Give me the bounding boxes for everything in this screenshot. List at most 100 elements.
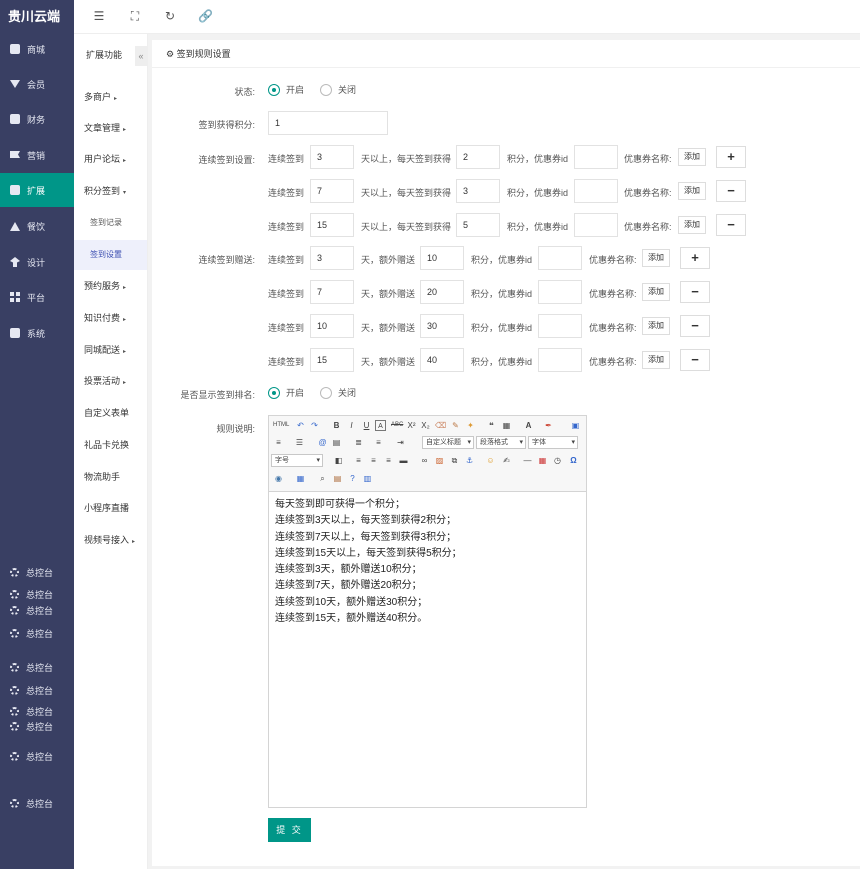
gift-days-input[interactable] [310,280,354,304]
continuous-days-input[interactable] [310,145,354,169]
refresh-icon[interactable]: ↻ [163,9,177,23]
direction-icon[interactable]: ◧ [333,455,344,466]
gift-coupon-id-input[interactable] [538,314,582,338]
map-icon[interactable]: ◉ [273,473,284,484]
paragraph-format-select[interactable]: 段落格式 [476,436,526,449]
scrawl-icon[interactable]: ✍ [501,455,512,466]
special-char-icon[interactable]: Ω [568,455,579,466]
gift-points-input[interactable] [420,246,464,270]
sidebar-console-6[interactable]: 总控台 [0,679,74,701]
strikethrough-icon[interactable]: ABC [391,420,403,431]
date-icon[interactable]: ▦ [537,455,548,466]
sidebar-item-extension[interactable]: 扩展 [0,173,74,207]
gift-coupon-id-input[interactable] [538,280,582,304]
sidebar-item-shop[interactable]: 商城 [0,32,74,66]
emoji-icon[interactable]: ☺ [485,455,496,466]
gift-coupon-id-input[interactable] [538,348,582,372]
ordered-list-icon[interactable]: ≡ [273,437,284,448]
continuous-coupon-add-button[interactable]: 添加 [678,148,706,166]
subnav-item-gift-card[interactable]: 礼品卡兑换 [74,430,147,460]
status-on-radio[interactable]: 开启 [268,83,304,96]
indent-icon[interactable]: ⇥ [395,437,406,448]
gift-points-input[interactable] [420,280,464,304]
help-icon[interactable]: ? [347,473,358,484]
font-size-select[interactable]: 字号 [271,454,323,467]
html-source-icon[interactable]: HTML [273,420,289,431]
sidebar-item-member[interactable]: 会员 [0,67,74,101]
anchor-icon[interactable]: ⚓ [464,455,475,466]
submit-button[interactable]: 提 交 [268,818,311,842]
subnav-item-delivery[interactable]: 同城配送 ▸ [74,335,147,365]
subnav-item-multi-merchant[interactable]: 多商户 ▸ [74,82,147,112]
paste-plain-icon[interactable]: ▤ [331,437,342,448]
italic-icon[interactable]: I [346,420,357,431]
align-justify-icon[interactable]: ▬ [398,455,409,466]
gift-points-input[interactable] [420,314,464,338]
bold-icon[interactable]: B [331,420,342,431]
continuous-coupon-id-input[interactable] [574,179,618,203]
gift-coupon-add-button[interactable]: 添加 [642,351,670,369]
quote-icon[interactable]: ❝ [486,420,497,431]
gift-points-input[interactable] [420,348,464,372]
continuous-coupon-id-input[interactable] [574,213,618,237]
sidebar-console-3[interactable]: 总控台 [0,603,74,617]
hyperlink-icon[interactable]: ∞ [419,455,430,466]
sidebar-console-9[interactable]: 总控台 [0,745,74,767]
subnav-item-articles[interactable]: 文章管理 ▸ [74,113,147,143]
align-right-icon[interactable]: ≡ [383,455,394,466]
time-icon[interactable]: ◷ [552,455,563,466]
gift-coupon-add-button[interactable]: 添加 [642,283,670,301]
gift-remove-row-button[interactable]: − [680,281,710,303]
font-family-select[interactable]: 字体 [528,436,578,449]
gift-days-input[interactable] [310,348,354,372]
continuous-points-input[interactable] [456,213,500,237]
gift-remove-row-button[interactable]: − [680,315,710,337]
undo-icon[interactable]: ↶ [295,420,306,431]
sidebar-console-4[interactable]: 总控台 [0,622,74,644]
font-border-icon[interactable]: A [375,420,386,431]
horizontal-rule-icon[interactable]: — [522,455,533,466]
auto-format-icon[interactable]: ✦ [465,420,476,431]
redo-icon[interactable]: ↷ [309,420,320,431]
subscript-icon[interactable]: X₂ [420,420,431,431]
format-brush-icon[interactable]: ✎ [450,420,461,431]
sidebar-console-8[interactable]: 总控台 [0,720,74,732]
subnav-item-points-checkin[interactable]: 积分签到 ▾ [74,176,147,206]
link-text-icon[interactable]: @ [317,437,328,448]
sidebar-item-design[interactable]: 设计 [0,245,74,279]
custom-title-select[interactable]: 自定义标题 [422,436,474,449]
subnav-item-live[interactable]: 小程序直播 [74,493,147,523]
unordered-list-icon[interactable]: ☰ [294,437,305,448]
subnav-item-video-channel[interactable]: 视频号接入 ▸ [74,525,147,555]
subnav-item-logistics[interactable]: 物流助手 [74,462,147,492]
sidebar-console-5[interactable]: 总控台 [0,656,74,678]
continuous-days-input[interactable] [310,213,354,237]
subnav-item-voting[interactable]: 投票活动 ▸ [74,366,147,396]
continuous-remove-row-button[interactable]: − [716,180,746,202]
gift-coupon-add-button[interactable]: 添加 [642,317,670,335]
subnav-item-booking[interactable]: 预约服务 ▸ [74,271,147,301]
continuous-remove-row-button[interactable]: − [716,214,746,236]
fullscreen-icon[interactable]: ⛶ [128,9,142,23]
paragraph-spacing-icon[interactable]: ≡ [373,437,384,448]
gift-coupon-add-button[interactable]: 添加 [642,249,670,267]
gift-days-input[interactable] [310,246,354,270]
sidebar-console-2[interactable]: 总控台 [0,583,74,605]
continuous-coupon-id-input[interactable] [574,145,618,169]
ranking-off-radio[interactable]: 关闭 [320,386,356,399]
align-left-icon[interactable]: ≡ [353,455,364,466]
underline-icon[interactable]: U [361,420,372,431]
clear-doc-icon[interactable]: ▦ [501,420,512,431]
gift-add-row-button[interactable]: + [680,247,710,269]
link-icon[interactable]: 🔗 [198,9,213,23]
ranking-on-radio[interactable]: 开启 [268,386,304,399]
continuous-points-input[interactable] [456,145,500,169]
sidebar-item-platform[interactable]: 平台 [0,280,74,314]
gift-coupon-id-input[interactable] [538,246,582,270]
sidebar-item-marketing[interactable]: 营销 [0,138,74,172]
continuous-coupon-add-button[interactable]: 添加 [678,182,706,200]
gift-remove-row-button[interactable]: − [680,349,710,371]
rich-text-editor[interactable]: HTML ↶ ↷ B I U A ABC X² X₂ ⌫ ✎ ✦ ❝ ▦ A ✒… [268,415,587,808]
subnav-item-forum[interactable]: 用户论坛 ▸ [74,144,147,174]
menu-fold-icon[interactable]: ☰ [92,9,106,23]
